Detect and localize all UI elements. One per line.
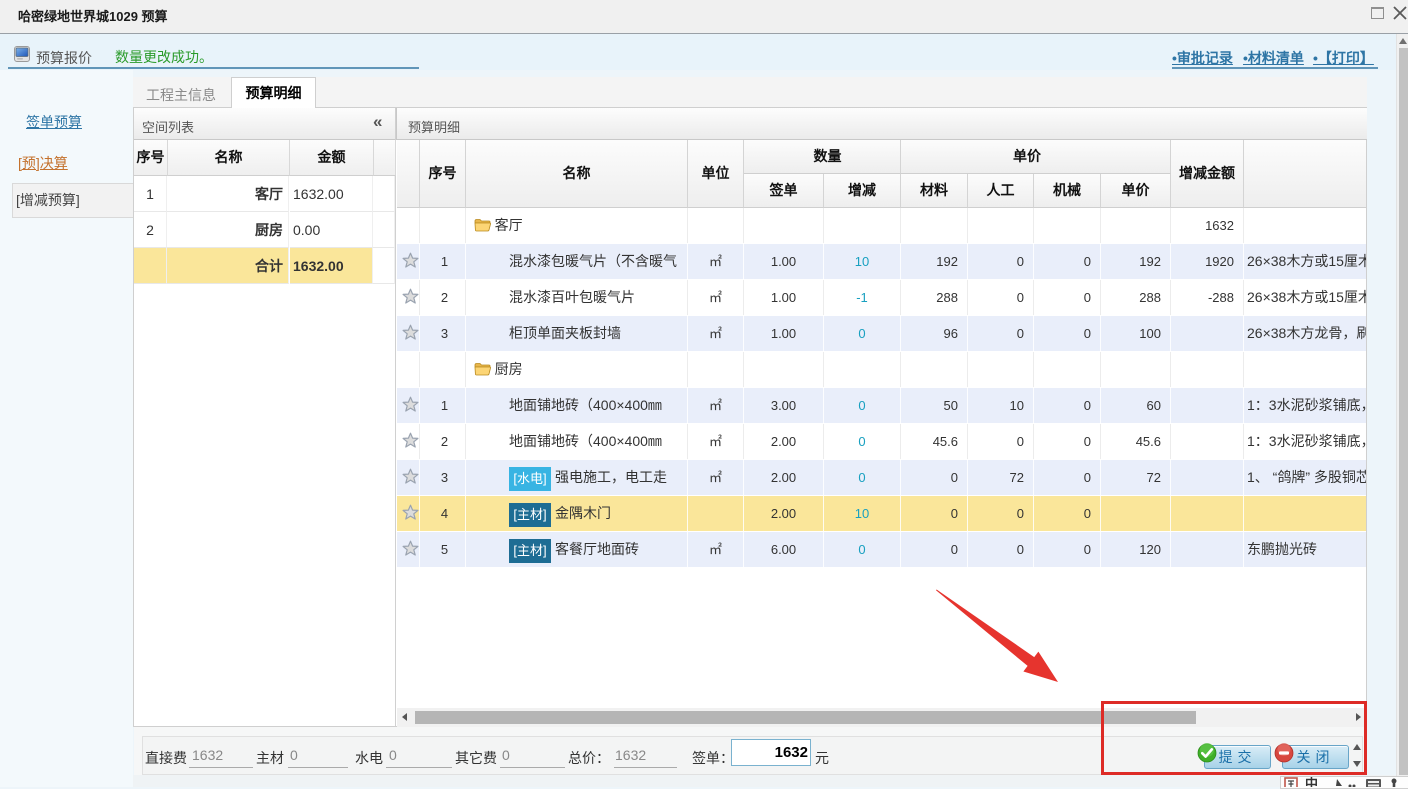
svg-text:中: 中: [1305, 777, 1318, 787]
